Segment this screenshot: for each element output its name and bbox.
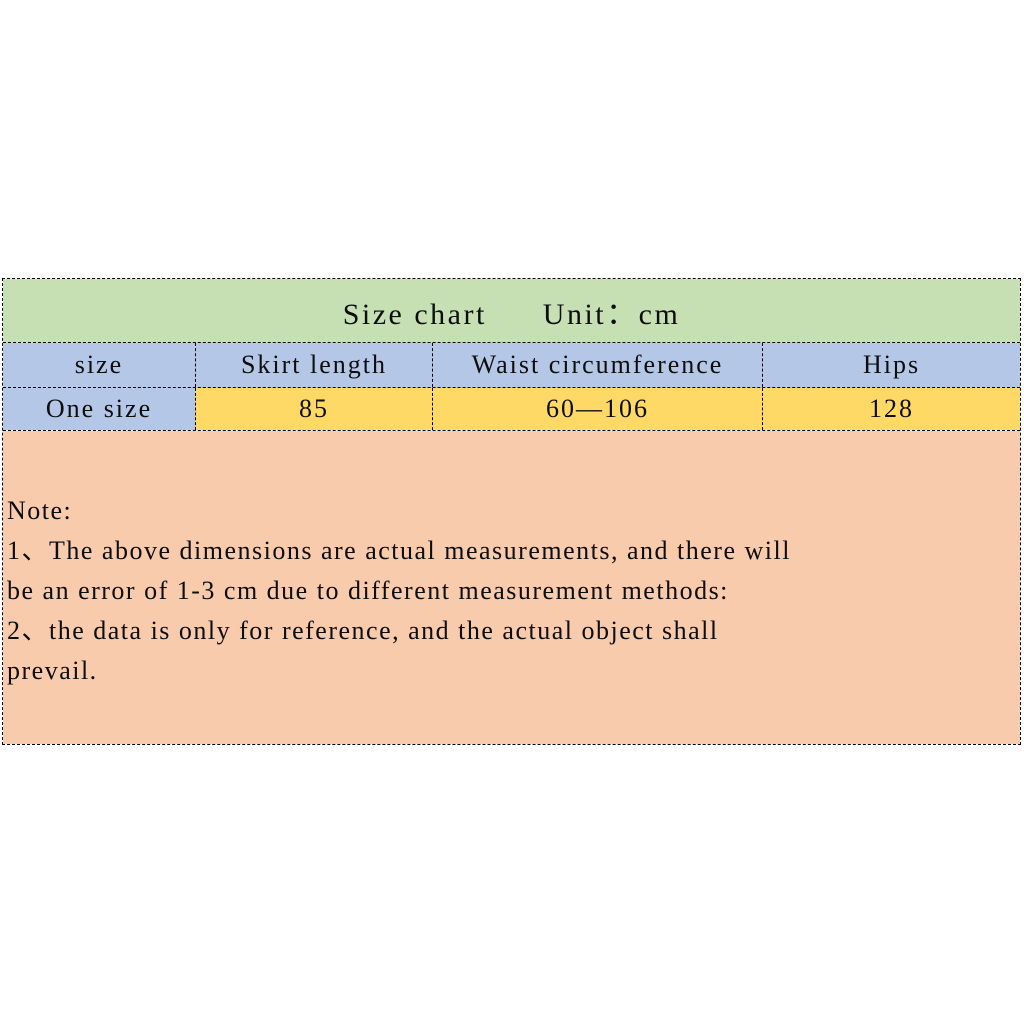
size-chart-table: Size chart Unit：cm size Skirt length Wai… xyxy=(2,278,1021,745)
cell-hips: 128 xyxy=(762,388,1020,430)
note-line-2: be an error of 1-3 cm due to different m… xyxy=(7,576,729,605)
table-row: One size 85 60—106 128 xyxy=(3,388,1020,431)
note-heading: Note: xyxy=(7,496,73,525)
note-line-1: 1、The above dimensions are actual measur… xyxy=(7,536,791,565)
cell-skirt-length: 85 xyxy=(195,388,432,430)
column-header-waist-circumference: Waist circumference xyxy=(432,343,762,387)
unit-label: Unit：cm xyxy=(542,297,681,331)
cell-size: One size xyxy=(3,388,195,430)
table-title: Size chart Unit：cm xyxy=(343,289,681,333)
note-line-3: 2、the data is only for reference, and th… xyxy=(7,616,719,645)
column-header-size: size xyxy=(74,350,124,379)
note-section: Note: 1、The above dimensions are actual … xyxy=(3,431,1020,744)
note-line-4: prevail. xyxy=(7,656,98,685)
title-text: Size chart xyxy=(342,297,487,331)
column-header-skirt-length: Skirt length xyxy=(195,343,432,387)
table-title-row: Size chart Unit：cm xyxy=(3,279,1020,343)
table-header-row: size Skirt length Waist circumference Hi… xyxy=(3,343,1020,388)
column-header-hips: Hips xyxy=(762,343,1020,387)
cell-waist-circumference: 60—106 xyxy=(432,388,762,430)
